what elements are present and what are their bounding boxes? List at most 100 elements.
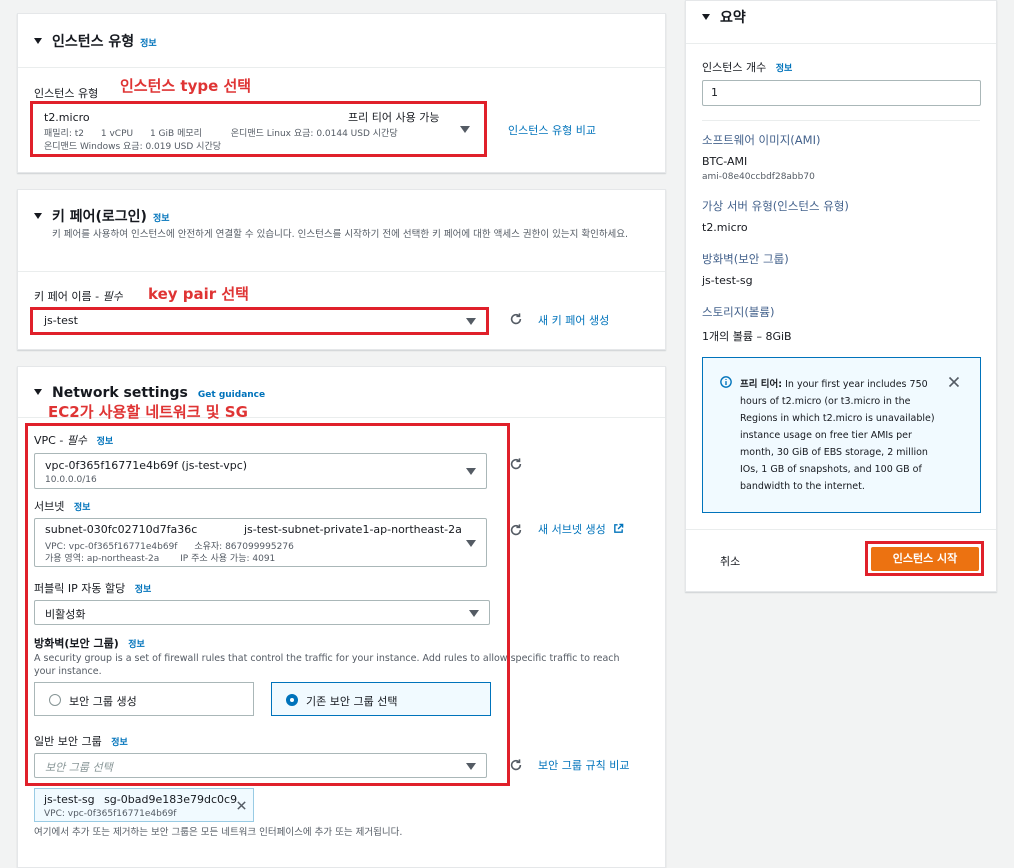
key-pair-name-label-text: 키 페어 이름 - <box>34 290 100 303</box>
create-subnet-text: 새 서브넷 생성 <box>538 523 606 536</box>
network-settings-panel: Network settings Get guidance VPC - 필수 정보… <box>17 366 666 868</box>
info-link[interactable]: 정보 <box>111 738 128 748</box>
selected-sg-vpc: VPC: vpc-0f365f16771e4b69f <box>44 809 177 819</box>
summary-firewall-value: js-test-sg <box>702 274 753 287</box>
summary-header[interactable]: 요약 <box>686 1 996 44</box>
radio-existing-sg[interactable]: 기존 보안 그룹 선택 <box>271 682 491 716</box>
launch-instance-button[interactable]: 인스턴스 시작 <box>871 547 979 571</box>
info-link[interactable]: 정보 <box>74 503 91 513</box>
cancel-button[interactable]: 취소 <box>720 553 740 569</box>
subnet-detail-row2: 가용 영역: ap-northeast-2a IP 주소 사용 가능: 4091 <box>45 551 275 564</box>
refresh-icon[interactable] <box>509 523 523 537</box>
key-pair-annotation: key pair 선택 <box>148 285 249 303</box>
instance-type-title-text: 인스턴스 유형 <box>52 34 135 50</box>
sg-footnote: 여기에서 추가 또는 제거하는 보안 그룹은 모든 네트워크 인터페이스에 추가… <box>34 827 403 838</box>
firewall-label: 방화벽(보안 그룹) 정보 <box>34 635 145 651</box>
summary-firewall-label[interactable]: 방화벽(보안 그룹) <box>702 251 789 267</box>
ami-label[interactable]: 소프트웨어 이미지(AMI) <box>702 132 820 148</box>
vpc-value: vpc-0f365f16771e4b69f (js-test-vpc) <box>45 459 248 472</box>
collapse-triangle-icon <box>34 38 42 44</box>
close-icon[interactable] <box>236 800 247 811</box>
instance-type-header[interactable]: 인스턴스 유형 정보 <box>18 14 665 68</box>
collapse-triangle-icon <box>34 213 42 219</box>
refresh-icon[interactable] <box>509 758 523 772</box>
required-tag: 필수 <box>66 434 88 447</box>
summary-panel: 요약 인스턴스 개수 정보 1 소프트웨어 이미지(AMI) BTC-AMI a… <box>685 0 997 592</box>
free-tier-title: 프리 티어: <box>740 379 783 390</box>
subnet-ips: IP 주소 사용 가능: 4091 <box>180 554 276 564</box>
free-tier-badge: 프리 티어 사용 가능 <box>348 111 440 124</box>
instance-type-annotation: 인스턴스 type 선택 <box>120 77 252 95</box>
key-pair-select[interactable]: js-test <box>34 310 486 333</box>
network-annotation: EC2가 사용할 네트워크 및 SG <box>48 403 248 421</box>
collapse-triangle-icon <box>34 389 42 395</box>
linux-price: 온디맨드 Linux 요금: 0.0144 USD 시간당 <box>230 129 398 139</box>
ami-id: ami-08e40ccbdf28abb70 <box>702 172 815 182</box>
radio-create-sg[interactable]: 보안 그룹 생성 <box>34 682 254 716</box>
info-link[interactable]: 정보 <box>153 214 170 224</box>
compare-instance-types-link[interactable]: 인스턴스 유형 비교 <box>508 122 596 138</box>
public-ip-select[interactable]: 비활성화 <box>34 600 490 625</box>
info-link[interactable]: 정보 <box>776 64 793 74</box>
chevron-down-icon <box>460 126 470 133</box>
create-key-pair-link[interactable]: 새 키 페어 생성 <box>538 312 609 328</box>
chevron-down-icon <box>466 468 476 475</box>
instance-type-select[interactable]: t2.micro 프리 티어 사용 가능 패밀리: t2 1 vCPU 1 Gi… <box>34 105 484 155</box>
windows-price: 온디맨드 Windows 요금: 0.019 USD 시간당 <box>44 142 222 152</box>
info-link[interactable]: 정보 <box>135 585 152 595</box>
create-subnet-link[interactable]: 새 서브넷 생성 <box>538 521 624 537</box>
server-type-label[interactable]: 가상 서버 유형(인스턴스 유형) <box>702 198 849 214</box>
compare-sg-rules-link[interactable]: 보안 그룹 규칙 비교 <box>538 757 629 773</box>
key-pair-title[interactable]: 키 페어(로그인) 정보 <box>34 206 170 226</box>
close-icon[interactable] <box>948 376 960 388</box>
subnet-label: 서브넷 정보 <box>34 498 90 514</box>
summary-title[interactable]: 요약 <box>702 7 746 27</box>
free-tier-text: 프리 티어: In your first year includes 750 h… <box>740 376 940 495</box>
info-link[interactable]: 정보 <box>128 640 145 650</box>
vpc-select[interactable]: vpc-0f365f16771e4b69f (js-test-vpc) 10.0… <box>34 453 487 489</box>
subnet-label-text: 서브넷 <box>34 500 65 513</box>
selected-sg-id: sg-0bad9e183e79dc0c9 <box>104 793 238 806</box>
get-guidance-link[interactable]: Get guidance <box>198 390 265 400</box>
key-pair-header[interactable]: 키 페어(로그인) 정보 키 페어를 사용하여 인스턴스에 안전하게 연결할 수 … <box>18 190 665 272</box>
network-title-text: Network settings <box>52 385 188 401</box>
security-group-select[interactable]: 보안 그룹 선택 <box>34 753 487 778</box>
free-tier-body: In your first year includes 750 hours of… <box>740 379 935 492</box>
external-link-icon <box>614 523 624 533</box>
selected-sg-label: js-test-sg sg-0bad9e183e79dc0c9 <box>44 793 237 806</box>
family-value: 패밀리: t2 <box>44 129 84 139</box>
chevron-down-icon <box>466 540 476 547</box>
required-tag: 필수 <box>102 290 123 303</box>
vpc-label: VPC - 필수 정보 <box>34 432 113 448</box>
vpc-label-text: VPC - <box>34 434 64 447</box>
subnet-az: 가용 영역: ap-northeast-2a <box>45 554 160 564</box>
memory-value: 1 GiB 메모리 <box>149 129 202 139</box>
security-group-placeholder: 보안 그룹 선택 <box>45 761 113 774</box>
radio-circle-icon <box>49 694 61 706</box>
vpc-cidr: 10.0.0.0/16 <box>45 475 97 485</box>
instance-count-input[interactable]: 1 <box>702 80 981 106</box>
info-circle-icon <box>720 376 732 388</box>
family-text: 패밀리: t2 1 vCPU 1 GiB 메모리 온디맨드 Linux 요금: … <box>44 126 398 139</box>
instance-type-label: 인스턴스 유형 <box>34 87 99 100</box>
radio-existing-sg-label: 기존 보안 그룹 선택 <box>306 695 398 708</box>
selected-sg-name: js-test-sg <box>44 793 95 806</box>
key-pair-title-text: 키 페어(로그인) <box>52 209 147 225</box>
refresh-icon[interactable] <box>509 457 523 471</box>
network-title[interactable]: Network settings Get guidance <box>34 385 265 401</box>
instance-count-value: 1 <box>711 86 718 99</box>
firewall-description: A security group is a set of firewall ru… <box>34 653 620 677</box>
vcpu-value: 1 vCPU <box>100 129 134 139</box>
selected-sg-token: js-test-sg sg-0bad9e183e79dc0c9 VPC: vpc… <box>34 788 254 822</box>
storage-label[interactable]: 스토리지(볼륨) <box>702 304 774 320</box>
instance-type-title[interactable]: 인스턴스 유형 정보 <box>34 31 157 51</box>
summary-divider <box>702 120 980 121</box>
subnet-select[interactable]: subnet-030fc02710d7fa36c js-test-subnet-… <box>34 518 487 567</box>
info-link[interactable]: 정보 <box>97 437 114 447</box>
server-type-value: t2.micro <box>702 221 748 234</box>
refresh-icon[interactable] <box>509 312 523 326</box>
info-link[interactable]: 정보 <box>140 39 157 49</box>
public-ip-label: 퍼블릭 IP 자동 할당 정보 <box>34 580 151 596</box>
firewall-label-text: 방화벽(보안 그룹) <box>34 637 119 650</box>
common-sg-label: 일반 보안 그룹 정보 <box>34 733 128 749</box>
